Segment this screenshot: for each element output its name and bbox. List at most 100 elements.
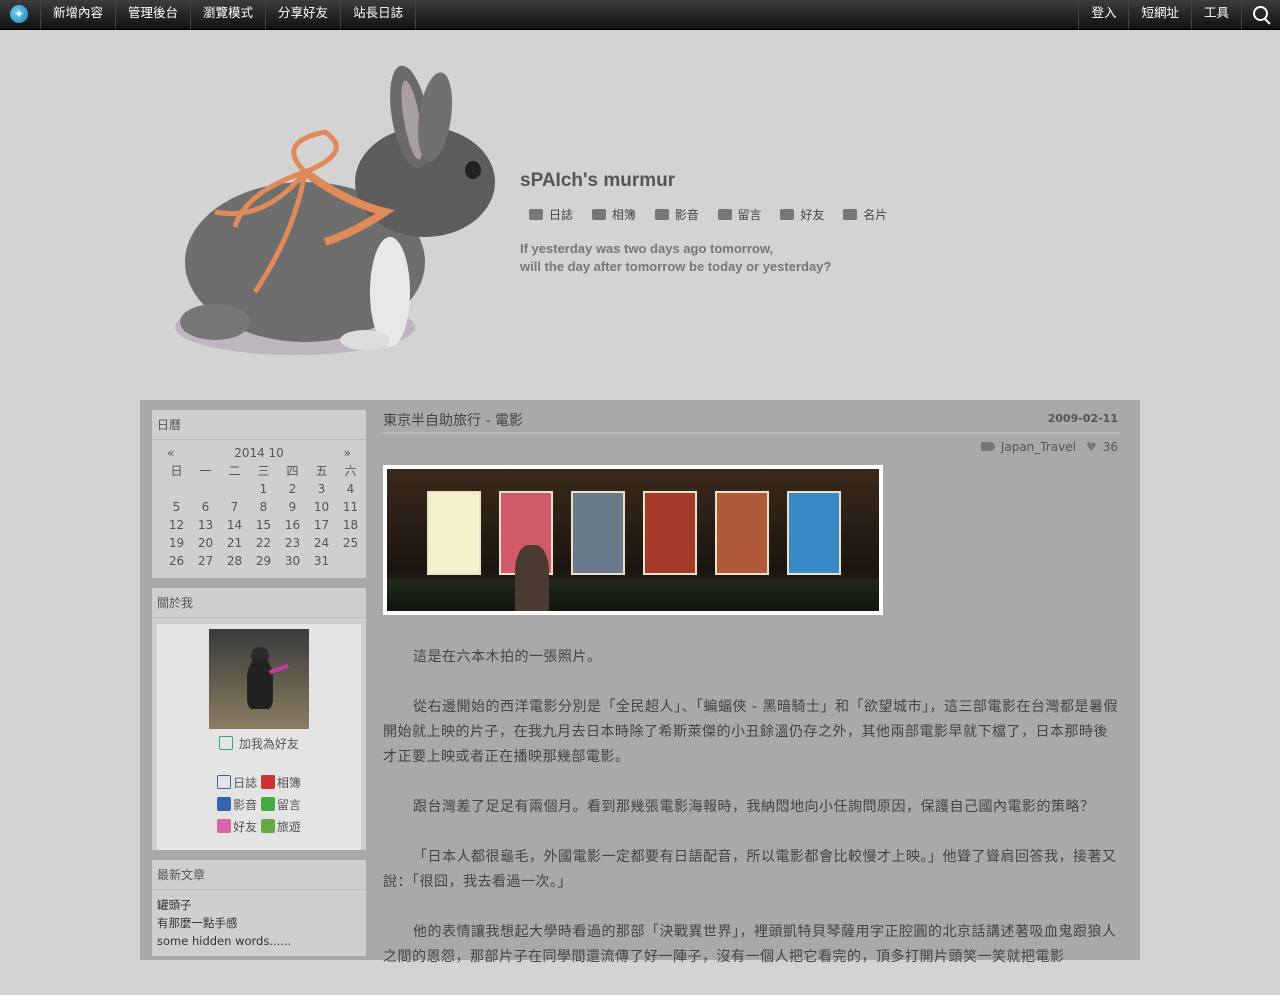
blog-nav-friends[interactable]: 好友	[780, 206, 824, 223]
calendar-day[interactable]: 12	[162, 516, 191, 534]
nav-site-log[interactable]: 站長日誌	[341, 0, 417, 29]
calendar-day[interactable]: 3	[307, 480, 336, 498]
blog-nav-video[interactable]: 影音	[654, 206, 699, 223]
calendar-day[interactable]: 16	[278, 516, 307, 534]
calendar-day[interactable]: 10	[307, 498, 336, 516]
avatar[interactable]	[209, 629, 309, 729]
calendar-day[interactable]: 24	[307, 534, 336, 552]
calendar-day[interactable]: 5	[162, 498, 191, 516]
short-url-link[interactable]: 短網址	[1128, 0, 1191, 29]
blog-nav-guestbook[interactable]: 留言	[717, 206, 762, 223]
post-paragraph: 這是在六本木拍的一張照片。	[413, 649, 602, 665]
profile-link-guestbook[interactable]: 留言	[260, 797, 301, 812]
calendar-day	[162, 480, 191, 498]
calendar-day[interactable]: 21	[220, 534, 249, 552]
calendar-day[interactable]: 9	[278, 498, 307, 516]
rabbit-illustration	[175, 65, 495, 355]
calendar-weekday: 二	[228, 464, 241, 478]
content-area: 日曆 « 2014 10 » 日一二三四五六 1 2 3 4 5 6 7 8 9 10 11 12 13…	[140, 400, 1140, 965]
about-widget: 關於我 加我為好友 日誌 相簿 影音 留言 好友 旅遊	[152, 588, 366, 850]
calendar-day[interactable]: 11	[336, 498, 365, 516]
calendar-day[interactable]: 14	[220, 516, 249, 534]
login-link[interactable]: 登入	[1078, 0, 1128, 29]
profile-link-friends[interactable]: 好友	[217, 819, 257, 834]
recent-post-link[interactable]: some hidden words......	[157, 932, 361, 950]
post-paragraph: 「日本人都很龜毛，外國電影一定都要有日語配音，所以電影都會比較慢才上映。」他聳了…	[383, 849, 1117, 890]
people-icon	[780, 209, 795, 220]
nav-new-content[interactable]: 新增內容	[41, 0, 117, 29]
calendar-day[interactable]: 19	[162, 534, 191, 552]
calendar-day[interactable]: 23	[278, 534, 307, 552]
calendar-prev-button[interactable]: «	[167, 444, 174, 462]
post-meta: Japan_Travel ♥ 36	[383, 434, 1120, 458]
sidebar: 日曆 « 2014 10 » 日一二三四五六 1 2 3 4 5 6 7 8 9 10 11 12 13…	[152, 410, 366, 966]
site-logo-button[interactable]: ✦	[0, 0, 41, 29]
calendar-day[interactable]: 15	[249, 516, 278, 534]
blog-nav-card[interactable]: 名片	[843, 206, 887, 223]
calendar-next-button[interactable]: »	[344, 444, 351, 462]
calendar-day[interactable]: 22	[249, 534, 278, 552]
calendar-weekday: 六	[344, 464, 357, 478]
nav-admin[interactable]: 管理後台	[116, 0, 192, 29]
calendar-widget: 日曆 « 2014 10 » 日一二三四五六 1 2 3 4 5 6 7 8 9 10 11 12 13…	[152, 410, 366, 578]
calendar-day[interactable]: 29	[249, 552, 278, 570]
speech-bubble-icon	[717, 209, 732, 220]
tools-menu[interactable]: 工具	[1190, 0, 1241, 29]
calendar-weekday: 五	[315, 464, 328, 478]
blog-nav-diary[interactable]: 日誌	[529, 206, 573, 223]
profile-link-video[interactable]: 影音	[217, 797, 257, 812]
calendar-day[interactable]: 18	[336, 516, 365, 534]
post: 東京半自助旅行 - 電影 2009-02-11 Japan_Travel ♥ 36 …	[383, 400, 1120, 995]
calendar-day[interactable]: 6	[191, 498, 220, 516]
calendar-day[interactable]: 1	[249, 480, 278, 498]
calendar-title: 日曆	[152, 410, 366, 440]
pencil-icon	[529, 209, 543, 220]
calendar-day[interactable]: 7	[220, 498, 249, 516]
calendar-weekday: 日	[170, 464, 183, 478]
friends-icon	[217, 819, 232, 833]
blog-title[interactable]: sPAIch's murmur	[520, 170, 675, 192]
calendar-day[interactable]: 31	[307, 552, 336, 570]
profile-link-album[interactable]: 相簿	[260, 775, 301, 790]
recent-post-link[interactable]: 有那麼一點手感	[157, 914, 361, 932]
guestbook-icon	[260, 797, 275, 811]
calendar-day	[220, 480, 249, 498]
camera-icon	[591, 209, 606, 220]
nav-share-friends[interactable]: 分享好友	[266, 0, 342, 29]
blog-tagline: If yesterday was two days ago tomorrow, …	[520, 241, 832, 274]
calendar-month: 2014 10	[234, 446, 284, 460]
post-photo[interactable]	[383, 465, 883, 615]
post-tag-link[interactable]: Japan_Travel	[1001, 440, 1076, 454]
about-title: 關於我	[152, 588, 366, 618]
calendar-weekdays: 日一二三四五六	[162, 462, 356, 480]
calendar-day[interactable]: 25	[336, 534, 365, 552]
travel-icon	[260, 819, 275, 833]
add-friend-link[interactable]: 加我為好友	[157, 735, 361, 752]
post-paragraph: 跟台灣差了足足有兩個月。看到那幾張電影海報時，我納悶地向小任詢問原因，保護自己國…	[413, 799, 1095, 815]
calendar-day[interactable]: 13	[191, 516, 220, 534]
blog-nav-album[interactable]: 相簿	[591, 206, 636, 223]
film-icon	[654, 209, 669, 220]
search-button[interactable]	[1241, 0, 1280, 29]
calendar-day[interactable]: 30	[278, 552, 307, 570]
calendar-day	[191, 480, 220, 498]
calendar-day[interactable]: 2	[278, 480, 307, 498]
calendar-day[interactable]: 27	[191, 552, 220, 570]
calendar-day[interactable]: 20	[191, 534, 220, 552]
blog-nav: 日誌 相簿 影音 留言 好友 名片	[529, 206, 902, 223]
recent-posts-widget: 最新文章 罐頭子 有那麼一點手感 some hidden words......	[152, 860, 366, 956]
video-icon	[217, 797, 232, 811]
recent-post-link[interactable]: 罐頭子	[157, 896, 361, 914]
calendar-day[interactable]: 28	[220, 552, 249, 570]
calendar-day[interactable]: 4	[336, 480, 365, 498]
profile-link-travel[interactable]: 旅遊	[260, 819, 301, 834]
calendar-day[interactable]: 17	[307, 516, 336, 534]
calendar-day[interactable]: 8	[249, 498, 278, 516]
profile-links: 日誌 相簿 影音 留言 好友 旅遊	[157, 772, 361, 838]
profile-link-diary[interactable]: 日誌	[217, 775, 257, 790]
nav-browse-mode[interactable]: 瀏覽模式	[191, 0, 267, 29]
post-paragraph: 從右邊開始的西洋電影分別是「全民超人」、「蝙蝠俠 - 黑暗騎士」和「欲望城市」，…	[383, 699, 1118, 765]
post-title[interactable]: 東京半自助旅行 - 電影	[383, 410, 523, 430]
calendar-weekday: 一	[199, 464, 212, 478]
calendar-day[interactable]: 26	[162, 552, 191, 570]
